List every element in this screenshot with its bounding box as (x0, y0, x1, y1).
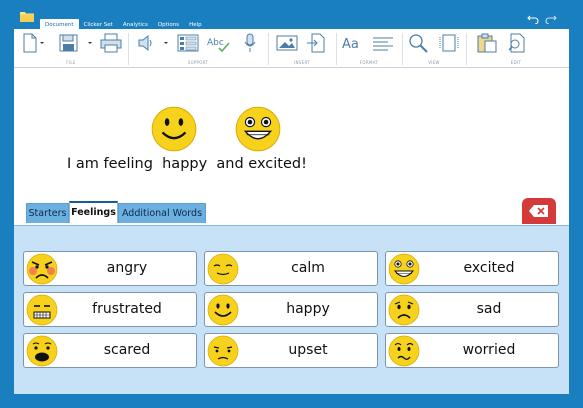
page-view-icon[interactable] (439, 33, 459, 53)
grid-button-label: calm (291, 260, 325, 276)
grid-button-label: upset (288, 342, 328, 358)
grid-button-scared[interactable]: scared (23, 333, 197, 368)
new-dropdown-icon[interactable] (39, 33, 45, 53)
tab-feelings[interactable]: Feelings (69, 201, 118, 223)
tab-additional-words[interactable]: Additional Words (118, 203, 206, 223)
backspace-button[interactable] (522, 198, 556, 224)
ribbon-group-support: SUPPORT (187, 60, 209, 65)
grid-button-angry[interactable]: angry (23, 251, 197, 286)
worried-face-icon (388, 335, 420, 367)
grid-button-label: excited (463, 260, 515, 276)
document-canvas[interactable]: I am feeling happy and excited! (14, 68, 569, 198)
speaker-icon[interactable] (137, 33, 157, 53)
grid-button-excited[interactable]: excited (385, 251, 559, 286)
folder-icon[interactable] (20, 11, 34, 22)
ribbon-group-edit: EDIT (510, 60, 522, 65)
find-replace-icon[interactable] (506, 33, 528, 53)
redo-icon[interactable] (545, 14, 557, 24)
insert-file-icon[interactable] (306, 33, 326, 53)
title-bar: Document Clicker Set Analytics Options H… (0, 0, 583, 30)
tab-strip: Starters Feelings Additional Words (14, 198, 569, 226)
backspace-icon (529, 205, 548, 217)
grid-button-label: sad (476, 301, 502, 317)
grid-button-worried[interactable]: worried (385, 333, 559, 368)
grid-button-sad[interactable]: sad (385, 292, 559, 327)
text-align-icon[interactable] (372, 33, 394, 53)
happy-face-icon (207, 294, 239, 326)
new-document-icon[interactable] (21, 33, 39, 53)
save-dropdown-icon[interactable] (87, 33, 93, 53)
upset-face-icon (207, 335, 239, 367)
grid-button-label: worried (462, 342, 516, 358)
happy-face-icon (151, 106, 197, 152)
grid-button-label: frustrated (92, 301, 162, 317)
word-grid-icon[interactable] (177, 33, 199, 53)
ribbon-group-format: FORMAT (359, 60, 379, 65)
sad-face-icon (388, 294, 420, 326)
save-icon[interactable] (58, 33, 80, 53)
paste-icon[interactable] (476, 33, 498, 53)
angry-face-icon (26, 253, 58, 285)
speech-dropdown-icon[interactable] (163, 33, 169, 53)
print-icon[interactable] (100, 33, 122, 53)
font-icon[interactable]: Aa (342, 33, 364, 53)
insert-picture-icon[interactable] (276, 33, 298, 53)
word-grid: angry calm excited frustrated happy sad … (14, 226, 569, 394)
calm-face-icon (207, 253, 239, 285)
excited-face-icon (388, 253, 420, 285)
sentence-text[interactable]: I am feeling happy and excited! (67, 156, 307, 172)
grid-button-frustrated[interactable]: frustrated (23, 292, 197, 327)
ribbon-toolbar: FILE Abc SUPPORT INSERT Aa FORMAT VIEW E… (14, 29, 569, 68)
grid-button-label: happy (286, 301, 330, 317)
microphone-icon[interactable] (243, 33, 257, 53)
zoom-icon[interactable] (408, 33, 430, 53)
grid-button-label: scared (103, 342, 151, 358)
ribbon-group-view: VIEW (428, 60, 440, 65)
frustrated-face-icon (26, 294, 58, 326)
grid-button-label: angry (106, 260, 148, 276)
spell-check-icon-text: Abc (207, 38, 224, 48)
tab-starters[interactable]: Starters (26, 203, 69, 223)
menu-bar: Document Clicker Set Analytics Options H… (40, 19, 207, 30)
grid-button-upset[interactable]: upset (204, 333, 378, 368)
grid-button-calm[interactable]: calm (204, 251, 378, 286)
grid-button-happy[interactable]: happy (204, 292, 378, 327)
ribbon-group-insert: INSERT (294, 60, 310, 65)
spell-check-icon[interactable]: Abc (207, 33, 231, 53)
scared-face-icon (26, 335, 58, 367)
undo-icon[interactable] (527, 14, 539, 24)
font-icon-text: Aa (342, 37, 359, 52)
excited-face-icon (235, 106, 281, 152)
ribbon-group-file: FILE (66, 60, 76, 65)
